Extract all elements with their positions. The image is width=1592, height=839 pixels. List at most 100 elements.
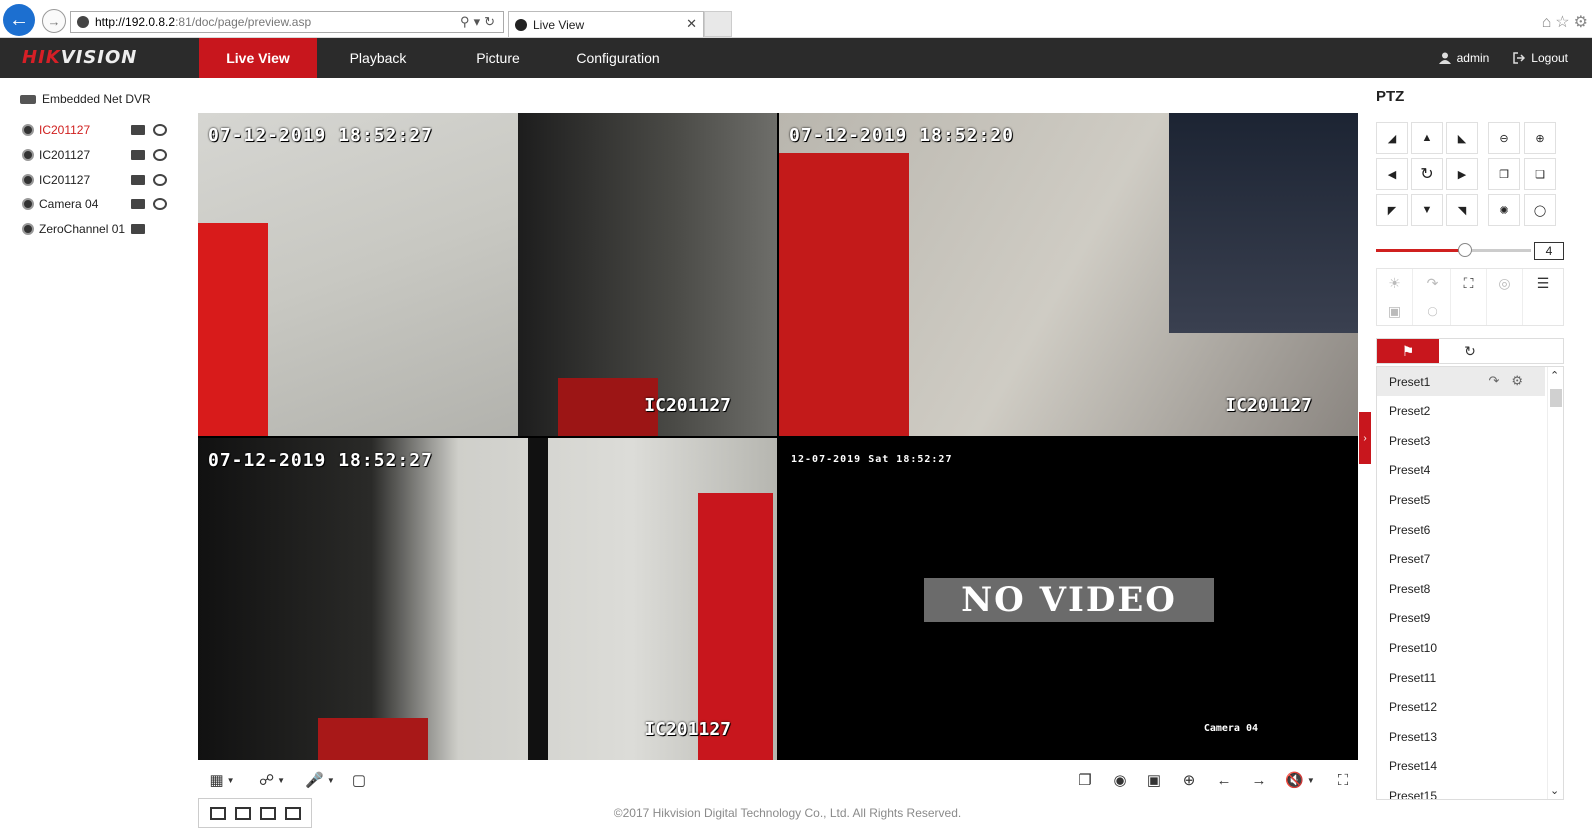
record-icon[interactable] (131, 199, 145, 209)
focus-near-icon[interactable]: ❐ (1488, 158, 1520, 190)
address-bar[interactable]: http://192.0.8.2:81/doc/page/preview.asp… (70, 11, 504, 33)
preset-item[interactable]: Preset14 (1377, 752, 1545, 781)
iris-close-icon[interactable]: ◯ (1524, 194, 1556, 226)
channel-item[interactable]: IC201127 (22, 147, 167, 163)
stream-icon[interactable] (153, 174, 167, 186)
3d-zoom-icon[interactable]: ◯ (1415, 297, 1451, 325)
record-icon[interactable] (131, 224, 145, 234)
logout-button[interactable]: Logout (1513, 51, 1568, 65)
forward-arrow-icon[interactable]: → (42, 9, 66, 33)
audio-talk-select[interactable]: 🎤 ▼ (302, 772, 338, 789)
address-tools-icon[interactable]: ⚲▾↻ (460, 14, 499, 30)
ptz-down-left-icon[interactable]: ◤ (1376, 194, 1408, 226)
preset-item[interactable]: Preset13 (1377, 722, 1545, 751)
video-tile[interactable]: 07-12-2019 18:52:27 IC201127 (198, 113, 777, 436)
record-icon[interactable] (131, 175, 145, 185)
new-tab-button[interactable] (704, 11, 732, 37)
zoom-icon[interactable]: ⊕ (1180, 772, 1198, 789)
preset-item[interactable]: Preset10 (1377, 633, 1545, 662)
video-wall-icon[interactable]: ▢ (350, 772, 368, 789)
volume-select[interactable]: 🔇 ▼ (1284, 772, 1316, 789)
user-menu[interactable]: admin (1438, 51, 1489, 65)
video-tile[interactable]: 12-07-2019 Sat 18:52:27 NO VIDEO Camera … (779, 438, 1358, 760)
record-icon[interactable] (131, 125, 145, 135)
prev-page-icon[interactable]: ← (1215, 772, 1233, 789)
tab-picture[interactable]: Picture (438, 38, 558, 78)
zoom-in-icon[interactable]: ⊕ (1524, 122, 1556, 154)
preset-item[interactable]: Preset2 (1377, 397, 1545, 426)
collapse-panel-button[interactable]: › (1359, 412, 1371, 464)
back-arrow-icon[interactable]: ← (3, 4, 35, 36)
record-icon[interactable]: ▣ (1145, 772, 1163, 789)
lens-init-icon[interactable]: ◎ (1487, 269, 1523, 297)
dropdown-arrow-icon: ▼ (277, 775, 286, 785)
preset-item[interactable]: Preset7 (1377, 545, 1545, 574)
ptz-up-right-icon[interactable]: ◣ (1446, 122, 1478, 154)
ptz-panel: PTZ ◢ ▲ ◣ ⊖ ⊕ ◀ ↻ ▶ ❐ ❏ ◤ ▼ ◥ ✺ ◯ 4 ☀ ↷ … (1376, 78, 1564, 838)
stream-select[interactable]: ☍ ▼ (254, 772, 290, 789)
slider-thumb[interactable] (1457, 243, 1472, 257)
preset-list: Preset1 ↷⚙ Preset2 Preset3 Preset4 Preset5 Pre… (1376, 366, 1564, 800)
light-icon[interactable]: ☀ (1377, 269, 1413, 297)
preset-item[interactable]: Preset12 (1377, 693, 1545, 722)
preset-item[interactable]: Preset4 (1377, 456, 1545, 485)
browser-tab[interactable]: Live View ✕ (508, 11, 704, 37)
preset-scrollbar[interactable]: ⌃ ⌄ (1547, 367, 1563, 799)
preset-item[interactable]: Preset1 ↷⚙ (1377, 367, 1545, 396)
tab-preset-flag-icon[interactable]: ⚑ (1377, 339, 1439, 363)
video-tile[interactable]: 07-12-2019 18:52:20 IC201127 (779, 113, 1358, 436)
user-icon (1438, 52, 1451, 64)
scroll-thumb[interactable] (1550, 389, 1562, 407)
tab-patrol-icon[interactable]: ↻ (1439, 339, 1501, 363)
preset-item[interactable]: Preset6 (1377, 515, 1545, 544)
video-tile[interactable]: 07-12-2019 18:52:27 IC201127 (198, 438, 777, 760)
fullscreen-icon[interactable]: ⛶ (1334, 772, 1352, 789)
tab-live-view[interactable]: Live View (199, 38, 317, 78)
red-mat (318, 718, 428, 760)
tab-pattern[interactable] (1501, 339, 1563, 363)
preset-item[interactable]: Preset15 (1377, 781, 1545, 799)
tab-configuration[interactable]: Configuration (558, 38, 678, 78)
tab-playback[interactable]: Playback (318, 38, 438, 78)
preset-item[interactable]: Preset8 (1377, 574, 1545, 603)
ptz-left-icon[interactable]: ◀ (1376, 158, 1408, 190)
close-tab-icon[interactable]: ✕ (686, 16, 697, 32)
stream-icon[interactable] (153, 198, 167, 210)
auto-scan-icon[interactable]: ↻ (1411, 158, 1443, 190)
preset-item[interactable]: Preset5 (1377, 485, 1545, 514)
focus-assist-icon[interactable]: ⛶ (1451, 269, 1487, 297)
ptz-speed-slider[interactable]: 4 (1376, 242, 1564, 260)
ptz-right-icon[interactable]: ▶ (1446, 158, 1478, 190)
ptz-up-left-icon[interactable]: ◢ (1376, 122, 1408, 154)
iris-open-icon[interactable]: ✺ (1488, 194, 1520, 226)
preset-item[interactable]: Preset9 (1377, 604, 1545, 633)
device-node[interactable]: Embedded Net DVR (20, 92, 151, 106)
wiper-icon[interactable]: ↷ (1415, 269, 1451, 297)
scroll-up-icon[interactable]: ⌃ (1550, 369, 1559, 382)
call-preset-gear-icon[interactable]: ↷⚙ (1488, 373, 1535, 389)
preset-item[interactable]: Preset3 (1377, 426, 1545, 455)
menu-icon[interactable]: ☰ (1525, 269, 1561, 297)
next-page-icon[interactable]: → (1250, 772, 1268, 789)
ptz-down-icon[interactable]: ▼ (1411, 194, 1443, 226)
layout-select[interactable]: ▦ ▼ (204, 772, 240, 789)
stream-icon[interactable] (153, 149, 167, 161)
stream-icon[interactable] (153, 124, 167, 136)
ptz-down-right-icon[interactable]: ◥ (1446, 194, 1478, 226)
copyright-footer: ©2017 Hikvision Digital Technology Co., … (613, 806, 962, 820)
record-icon[interactable] (131, 150, 145, 160)
zoom-out-icon[interactable]: ⊖ (1488, 122, 1520, 154)
channel-item[interactable]: IC201127 (22, 122, 167, 138)
channel-item[interactable]: ZeroChannel 01 (22, 221, 153, 237)
focus-far-icon[interactable]: ❏ (1524, 158, 1556, 190)
manual-track-icon[interactable]: ▣ (1377, 297, 1413, 325)
camera-icon (22, 174, 34, 186)
channel-item[interactable]: Camera 04 (22, 196, 167, 212)
home-star-gear-icon[interactable]: ⌂☆⚙ (1542, 12, 1592, 32)
stop-all-icon[interactable]: ❐ (1076, 772, 1094, 789)
scroll-down-icon[interactable]: ⌄ (1550, 784, 1559, 797)
capture-icon[interactable]: ◉ (1111, 772, 1129, 789)
channel-item[interactable]: IC201127 (22, 172, 167, 188)
ptz-up-icon[interactable]: ▲ (1411, 122, 1443, 154)
preset-item[interactable]: Preset11 (1377, 663, 1545, 692)
